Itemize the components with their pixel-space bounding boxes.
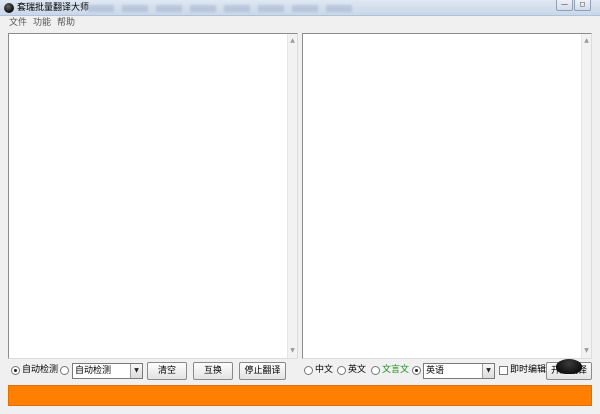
app-logo-icon <box>4 3 14 13</box>
source-language-value: 自动检测 <box>75 366 112 376</box>
scroll-up-icon[interactable]: ▲ <box>582 36 591 46</box>
blurred-title-region <box>88 5 358 12</box>
overlay-avatar-icon <box>556 359 582 374</box>
source-auto-detect-radio[interactable] <box>11 366 20 375</box>
target-english-radio[interactable] <box>337 366 346 375</box>
target-language-value: 英语 <box>426 366 445 376</box>
scroll-down-icon[interactable]: ▼ <box>288 346 297 356</box>
stop-translate-button[interactable]: 停止翻译 <box>239 362 286 380</box>
source-text-area[interactable]: ▲ ▼ <box>8 33 298 359</box>
menu-help[interactable]: 帮助 <box>57 17 75 29</box>
instant-edit-label: 即时编辑 <box>510 365 547 375</box>
source-auto-detect-label: 自动检测 <box>22 365 59 375</box>
target-chinese-radio[interactable] <box>304 366 313 375</box>
dropdown-arrow-icon[interactable]: ▼ <box>130 364 142 378</box>
window-title: 套瑞批量翻译大师 <box>17 3 90 13</box>
source-language-radio[interactable] <box>60 366 69 375</box>
clear-button[interactable]: 清空 <box>147 362 187 380</box>
minimize-button[interactable]: — <box>556 0 573 11</box>
source-scrollbar[interactable]: ▲ ▼ <box>287 34 297 358</box>
control-bar: 自动检测 自动检测 ▼ 清空 互换 停止翻译 中文 英文 文言文 英语 ▼ 即时… <box>0 359 600 383</box>
scroll-down-icon[interactable]: ▼ <box>582 346 591 356</box>
target-language-select[interactable]: 英语 ▼ <box>423 363 495 379</box>
menu-file[interactable]: 文件 <box>9 17 27 29</box>
target-select-radio[interactable] <box>412 366 421 375</box>
instant-edit-checkbox[interactable] <box>499 366 508 375</box>
target-classical-radio[interactable] <box>371 366 380 375</box>
source-language-select[interactable]: 自动检测 ▼ <box>72 363 143 379</box>
title-bar: 套瑞批量翻译大师 — ◻ <box>0 0 600 16</box>
progress-bar <box>8 385 592 406</box>
target-scrollbar[interactable]: ▲ ▼ <box>581 34 591 358</box>
target-text-area[interactable]: ▲ ▼ <box>302 33 592 359</box>
target-english-label: 英文 <box>348 365 367 375</box>
menu-function[interactable]: 功能 <box>33 17 51 29</box>
swap-button[interactable]: 互换 <box>193 362 233 380</box>
target-classical-label: 文言文 <box>382 365 410 375</box>
menu-bar: 文件 功能 帮助 <box>0 16 600 30</box>
dropdown-arrow-icon[interactable]: ▼ <box>482 364 494 378</box>
target-chinese-label: 中文 <box>315 365 334 375</box>
scroll-up-icon[interactable]: ▲ <box>288 36 297 46</box>
restore-button[interactable]: ◻ <box>574 0 591 11</box>
